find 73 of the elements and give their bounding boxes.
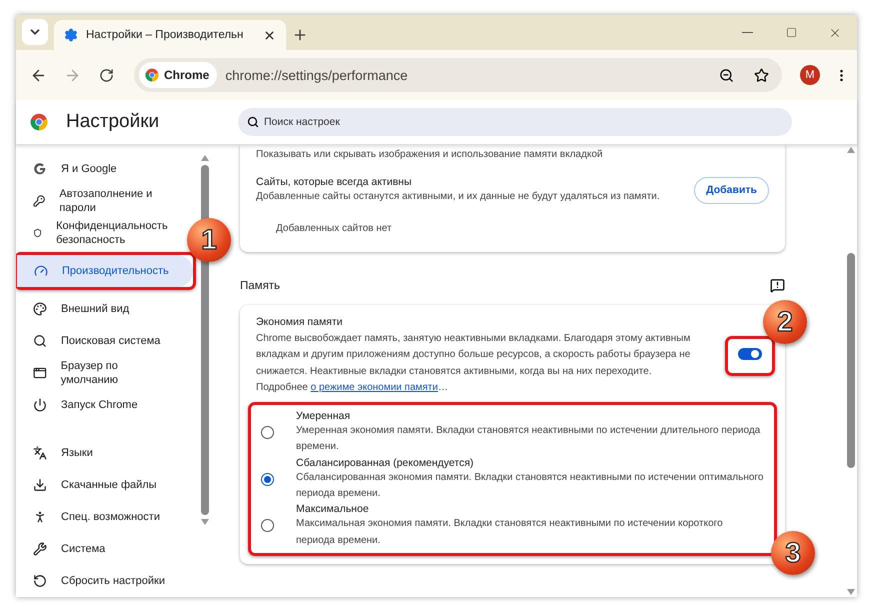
sidebar-item[interactable]: Я и Google bbox=[16, 153, 184, 185]
power-icon bbox=[33, 398, 47, 412]
section-title: Память bbox=[240, 280, 280, 292]
sidebar-item[interactable]: Поисковая система bbox=[16, 325, 184, 357]
profile-avatar[interactable]: M bbox=[800, 65, 820, 85]
reset-icon bbox=[33, 574, 47, 588]
chrome-logo bbox=[30, 113, 48, 131]
sidebar-item[interactable]: Система bbox=[16, 533, 184, 565]
setting-description: Chrome высвобождает память, занятую неактивными вкладками. Благодаря этому активным вкладкам и другим приложениям доступно больше ресурсов, а скорость работы браузера не снижается. Неактивные вкладки становятся активными, когда вы на них переходите. Подробнее о режиме экономии памяти… bbox=[256, 332, 692, 395]
key-icon bbox=[33, 194, 46, 208]
sidebar-item[interactable]: Производительность bbox=[17, 255, 193, 287]
sidebar-item[interactable]: Браузер по умолчанию bbox=[16, 357, 184, 389]
address-bar[interactable]: Chrome chrome://settings/performance bbox=[134, 58, 782, 92]
option-title: Сбалансированная (рекомендуется) bbox=[296, 456, 475, 470]
chrome-logo-icon bbox=[145, 68, 159, 82]
palette-icon bbox=[33, 302, 47, 316]
option-description: Умеренная экономия памяти. Вкладки становятся неактивными по истечении длительного периода времени. bbox=[296, 424, 762, 454]
scroll-down-icon[interactable] bbox=[847, 589, 855, 595]
star-icon[interactable] bbox=[754, 68, 769, 82]
radio-button[interactable] bbox=[261, 519, 274, 532]
tab-search-button[interactable] bbox=[22, 19, 48, 45]
shield-icon bbox=[33, 226, 42, 240]
add-button[interactable]: Добавить bbox=[694, 176, 769, 204]
scroll-up-icon[interactable] bbox=[201, 155, 209, 161]
scroll-up-icon[interactable] bbox=[847, 147, 855, 153]
sidebar-item[interactable]: Внешний вид bbox=[16, 293, 184, 325]
option-title: Максимальное bbox=[296, 502, 370, 516]
download-icon bbox=[33, 478, 47, 492]
browser-tab[interactable]: Настройки – Производительн bbox=[54, 20, 286, 50]
setting-description: Показывать или скрывать изображения и использование памяти вкладкой bbox=[256, 148, 604, 162]
toggle-switch[interactable] bbox=[738, 348, 762, 360]
sidebar-item[interactable]: Спец. возможности bbox=[16, 501, 184, 533]
wrench-icon bbox=[33, 542, 47, 556]
empty-list-text: Добавленных сайтов нет bbox=[275, 222, 393, 236]
reload-icon bbox=[98, 68, 114, 82]
google-g-icon bbox=[33, 162, 47, 176]
minimize-icon bbox=[742, 32, 752, 33]
step-number-badge: 3 bbox=[771, 531, 815, 575]
gauge-icon bbox=[34, 264, 48, 278]
scrollbar-thumb[interactable] bbox=[847, 253, 855, 468]
accessibility-icon bbox=[33, 510, 47, 524]
sidebar-item[interactable]: Автозаполнение и пароли bbox=[16, 185, 184, 217]
setting-title: Экономия памяти bbox=[256, 315, 344, 329]
sidebar-item[interactable]: Конфиденциальность безопасность bbox=[16, 217, 184, 249]
tab-title: Настройки – Производительн bbox=[86, 29, 244, 41]
sidebar-item[interactable]: Запуск Chrome bbox=[16, 389, 184, 421]
option-title: Умеренная bbox=[296, 409, 352, 424]
sidebar-item[interactable]: Языки bbox=[16, 437, 184, 469]
feedback-icon[interactable] bbox=[770, 278, 785, 293]
close-icon[interactable] bbox=[263, 28, 276, 42]
search-icon bbox=[247, 116, 259, 128]
url-text: chrome://settings/performance bbox=[225, 68, 409, 82]
maximize-icon bbox=[786, 27, 796, 38]
page-title: Настройки bbox=[66, 111, 160, 133]
learn-more-link[interactable]: о режиме экономии памяти bbox=[310, 382, 438, 393]
step-number-badge: 2 bbox=[763, 300, 807, 344]
sidebar-item[interactable]: Скачанные файлы bbox=[16, 469, 184, 501]
scroll-down-icon[interactable] bbox=[201, 519, 209, 525]
window-icon bbox=[33, 366, 47, 380]
setting-title: Сайты, которые всегда активны bbox=[256, 175, 413, 189]
plus-icon bbox=[292, 27, 308, 43]
option-description: Сбалансированная экономия памяти. Вкладки становятся неактивными по истечении оптимального периода времени. bbox=[296, 470, 764, 502]
site-chip[interactable]: Chrome bbox=[139, 62, 218, 88]
sidebar-item[interactable]: Сбросить настройки bbox=[16, 565, 184, 597]
zoom-out-icon[interactable] bbox=[719, 68, 734, 82]
search-icon bbox=[33, 334, 47, 348]
radio-button[interactable] bbox=[261, 472, 274, 486]
search-field[interactable]: Поиск настроек bbox=[238, 108, 792, 136]
option-description: Максимальная экономия памяти. Вкладки становятся неактивными по истечении короткого периода времени. bbox=[296, 517, 724, 548]
step-number-badge: 1 bbox=[187, 218, 231, 262]
radio-button[interactable] bbox=[261, 426, 274, 439]
translate-icon bbox=[33, 446, 47, 460]
setting-description: Добавленные сайты останутся активными, и их данные не будут удаляться из памяти. bbox=[256, 190, 660, 204]
